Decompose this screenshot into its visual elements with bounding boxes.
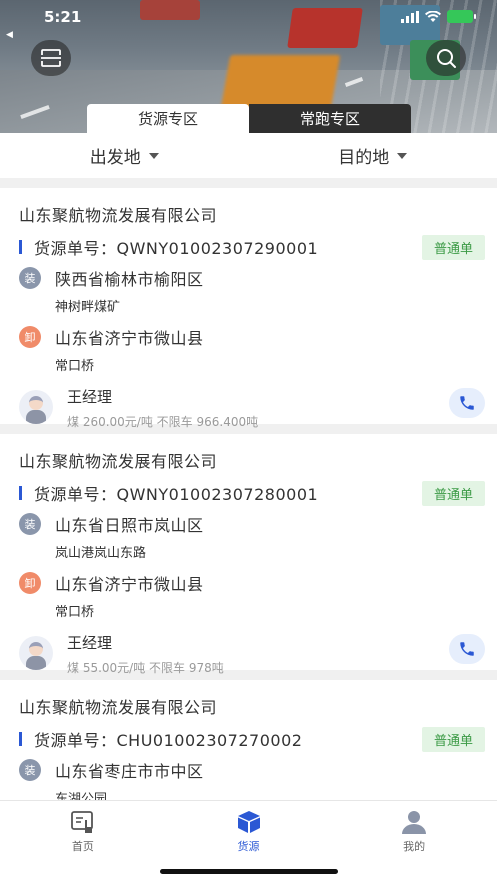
origin-filter-label: 出发地 (89, 148, 141, 168)
tab-regular-route-zone[interactable]: 常跑专区 (249, 104, 411, 133)
scan-icon (41, 49, 61, 67)
order-marker (19, 732, 22, 746)
caret-down-icon (148, 152, 159, 159)
call-button[interactable] (449, 634, 485, 664)
avatar (19, 636, 53, 670)
banner-truck-image (140, 0, 200, 20)
signal-icon (401, 10, 419, 23)
load-icon: 装 (19, 267, 41, 289)
unload-region: 山东省济宁市微山县 (55, 575, 204, 594)
order-type-badge: 普通单 (421, 234, 485, 260)
nav-item-home[interactable]: 首页 (0, 801, 166, 883)
nav-label-cargo: 货源 (237, 840, 260, 853)
nav-label-home: 首页 (71, 840, 94, 853)
filter-bar: 出发地 目的地 (0, 133, 497, 178)
load-region: 陕西省榆林市榆阳区 (55, 270, 204, 289)
header-banner: 5:21 ◀ 货源专区 常跑专区 (0, 0, 497, 133)
order-type-badge: 普通单 (421, 726, 485, 752)
cargo-summary: 煤 260.00元/吨 不限车 966.400吨 (67, 415, 259, 429)
cargo-list: 山东聚航物流发展有限公司 货源单号：QWNY01002307290001 普通单… (0, 188, 497, 820)
order-marker (19, 486, 22, 500)
avatar (19, 390, 53, 424)
zone-tabs: 货源专区 常跑专区 (87, 104, 411, 133)
home-indicator (160, 869, 338, 874)
back-app-indicator[interactable]: ◀ (6, 30, 13, 40)
nav-label-mine: 我的 (403, 840, 426, 853)
contact-name: 王经理 (67, 634, 113, 652)
order-type-badge: 普通单 (421, 480, 485, 506)
unload-stop: 卸 山东省济宁市微山县 (19, 571, 485, 595)
load-region: 山东省日照市岚山区 (55, 516, 204, 535)
search-icon (437, 49, 456, 68)
unload-icon: 卸 (19, 572, 41, 594)
destination-filter-label: 目的地 (338, 148, 390, 168)
contact-name: 王经理 (67, 388, 113, 406)
contact-row: 王经理 煤 55.00元/吨 不限车 978吨 (19, 632, 485, 676)
unload-icon: 卸 (19, 326, 41, 348)
cargo-box-icon (237, 811, 260, 833)
scan-button[interactable] (31, 40, 71, 76)
status-icons (401, 10, 476, 23)
contact-row: 王经理 煤 260.00元/吨 不限车 966.400吨 (19, 386, 485, 430)
cargo-card[interactable]: 山东聚航物流发展有限公司 货源单号：QWNY01002307280001 普通单… (0, 434, 497, 675)
phone-icon (460, 396, 474, 410)
load-region: 山东省枣庄市市中区 (55, 762, 204, 781)
origin-filter[interactable]: 出发地 (0, 133, 249, 178)
banner-truck-image (287, 8, 363, 48)
status-time: 5:21 (44, 8, 82, 26)
user-icon (402, 811, 427, 834)
unload-detail: 常口桥 (55, 605, 95, 620)
order-marker (19, 240, 22, 254)
order-number: 货源单号：QWNY01002307290001 (34, 239, 319, 258)
unload-detail: 常口桥 (55, 359, 95, 374)
destination-filter[interactable]: 目的地 (249, 133, 497, 178)
company-name: 山东聚航物流发展有限公司 (19, 206, 218, 225)
load-detail: 神树畔煤矿 (55, 300, 121, 315)
load-stop: 装 陕西省榆林市榆阳区 (19, 266, 485, 290)
cargo-summary: 煤 55.00元/吨 不限车 978吨 (67, 661, 224, 675)
load-detail: 岚山港岚山东路 (55, 546, 147, 561)
call-button[interactable] (449, 388, 485, 418)
tab-cargo-zone[interactable]: 货源专区 (87, 104, 249, 133)
order-number: 货源单号：CHU01002307270002 (34, 731, 303, 750)
search-button[interactable] (426, 40, 466, 76)
cargo-card[interactable]: 山东聚航物流发展有限公司 货源单号：CHU01002307270002 普通单 … (0, 680, 497, 810)
order-number: 货源单号：QWNY01002307280001 (34, 485, 319, 504)
order-row: 货源单号：QWNY01002307290001 普通单 (19, 234, 485, 260)
battery-icon (447, 10, 476, 23)
unload-region: 山东省济宁市微山县 (55, 329, 204, 348)
company-name: 山东聚航物流发展有限公司 (19, 452, 218, 471)
load-icon: 装 (19, 759, 41, 781)
wifi-icon (425, 10, 441, 22)
nav-item-mine[interactable]: 我的 (331, 801, 497, 883)
home-icon (70, 811, 93, 833)
phone-icon (460, 642, 474, 656)
load-stop: 装 山东省枣庄市市中区 (19, 758, 485, 782)
load-stop: 装 山东省日照市岚山区 (19, 512, 485, 536)
unload-stop: 卸 山东省济宁市微山县 (19, 325, 485, 349)
load-icon: 装 (19, 513, 41, 535)
cargo-card[interactable]: 山东聚航物流发展有限公司 货源单号：QWNY01002307290001 普通单… (0, 188, 497, 429)
order-row: 货源单号：CHU01002307270002 普通单 (19, 726, 485, 752)
caret-down-icon (397, 152, 408, 159)
company-name: 山东聚航物流发展有限公司 (19, 698, 218, 717)
order-row: 货源单号：QWNY01002307280001 普通单 (19, 480, 485, 506)
